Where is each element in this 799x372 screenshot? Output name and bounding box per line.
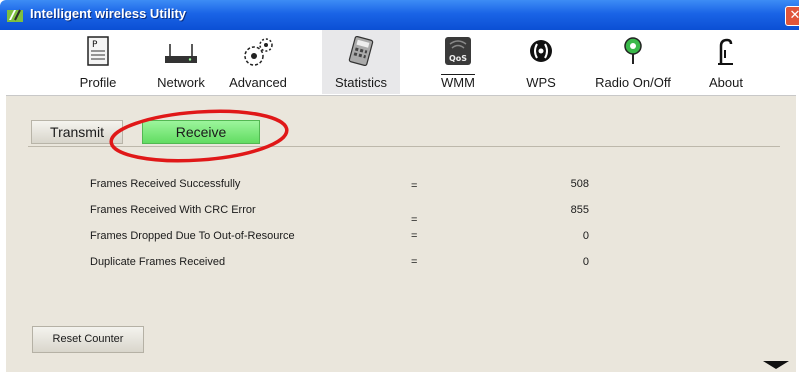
- toolbar-label: Advanced: [229, 75, 287, 90]
- wps-icon: [530, 40, 552, 62]
- scroll-down-arrow-icon[interactable]: [761, 360, 791, 370]
- stat-row: Frames Received With CRC Error = 855: [6, 204, 796, 226]
- toolbar-wmm[interactable]: QoS WMM: [419, 30, 497, 94]
- stat-label: Frames Dropped Due To Out-of-Resource: [90, 230, 295, 242]
- stat-equals: =: [411, 214, 418, 226]
- stat-label: Frames Received Successfully: [90, 178, 241, 190]
- highlight-ellipse: [109, 109, 289, 163]
- toolbar-label: Statistics: [334, 75, 387, 90]
- toolbar: P Profile Network Advanced Statistics Qo…: [6, 30, 796, 96]
- close-button[interactable]: ✕: [785, 6, 799, 26]
- advanced-icon: [244, 38, 273, 66]
- stat-row: Duplicate Frames Received = 0: [6, 256, 796, 272]
- toolbar-label: WPS: [526, 75, 556, 90]
- toolbar-about[interactable]: About: [687, 30, 765, 94]
- stat-value: 0: [582, 256, 589, 268]
- stat-equals: =: [411, 230, 418, 242]
- title-bar: Intelligent wireless Utility ✕: [0, 0, 799, 30]
- svg-text:P: P: [92, 40, 98, 50]
- stat-value: 508: [570, 178, 589, 190]
- about-icon: [718, 38, 733, 65]
- stat-equals: =: [411, 180, 418, 192]
- stat-value: 855: [570, 204, 589, 216]
- toolbar-label: WMM: [441, 75, 475, 90]
- reset-counter-button[interactable]: Reset Counter: [32, 326, 144, 353]
- profile-icon: P: [87, 36, 109, 66]
- network-icon: [165, 44, 197, 63]
- stat-value: 0: [582, 230, 589, 242]
- stat-label: Frames Received With CRC Error: [90, 204, 256, 216]
- app-icon: [7, 9, 23, 22]
- toolbar-label: Network: [157, 75, 205, 90]
- toolbar-advanced[interactable]: Advanced: [219, 30, 297, 94]
- toolbar-radio-onoff[interactable]: Radio On/Off: [587, 30, 679, 94]
- stat-equals: =: [411, 256, 418, 268]
- toolbar-wps[interactable]: WPS: [502, 30, 580, 94]
- statistics-panel: Transmit Receive Frames Received Success…: [6, 96, 796, 372]
- radio-icon: [624, 37, 642, 64]
- toolbar-network[interactable]: Network: [142, 30, 220, 94]
- toolbar-statistics[interactable]: Statistics: [322, 30, 400, 94]
- close-icon: ✕: [789, 8, 799, 23]
- stat-label: Duplicate Frames Received: [90, 256, 226, 268]
- statistics-icon: [348, 36, 374, 67]
- qos-badge-text: QoS: [449, 54, 467, 63]
- toolbar-label: About: [709, 75, 743, 90]
- window-title: Intelligent wireless Utility: [30, 6, 187, 21]
- stat-row: Frames Received Successfully = 508: [6, 178, 796, 194]
- qos-icon: QoS: [445, 37, 471, 65]
- stat-row: Frames Dropped Due To Out-of-Resource = …: [6, 230, 796, 246]
- toolbar-profile[interactable]: P Profile: [59, 30, 137, 94]
- toolbar-label: Radio On/Off: [595, 75, 671, 90]
- toolbar-label: Profile: [79, 75, 117, 90]
